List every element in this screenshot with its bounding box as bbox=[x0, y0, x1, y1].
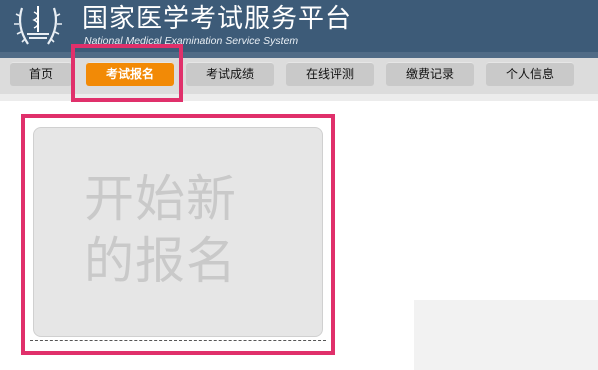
nav-home[interactable]: 首页 bbox=[10, 62, 72, 86]
highlight-box-registration-tab bbox=[71, 44, 183, 102]
side-panel bbox=[414, 300, 598, 370]
nav-personal-info[interactable]: 个人信息 bbox=[486, 62, 574, 86]
medical-emblem-logo bbox=[14, 6, 62, 45]
nav-payment-records[interactable]: 缴费记录 bbox=[386, 62, 474, 86]
site-title: 国家医学考试服务平台 bbox=[82, 4, 353, 34]
highlight-box-new-registration bbox=[21, 114, 335, 355]
nav-online-assessment[interactable]: 在线评测 bbox=[286, 62, 374, 86]
nav-exam-results[interactable]: 考试成绩 bbox=[186, 62, 274, 86]
